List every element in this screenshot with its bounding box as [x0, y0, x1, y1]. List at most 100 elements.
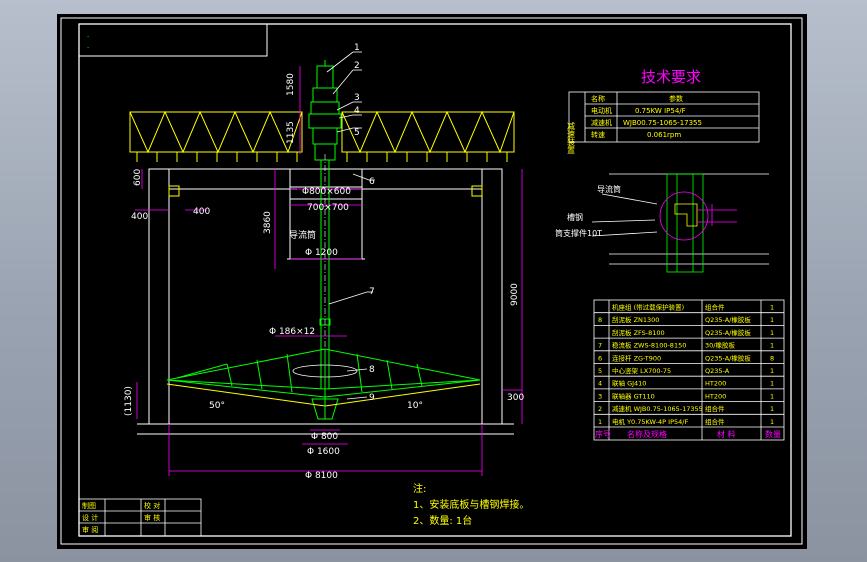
parts-row-qty: 1 [770, 367, 774, 375]
parts-row-no: 2 [598, 405, 602, 413]
balloon-3: 3 [354, 93, 360, 103]
parts-row-qty: 1 [770, 392, 774, 400]
parts-row-qty: 1 [770, 329, 774, 337]
dim-700x700: 700×700 [307, 203, 349, 213]
tech-req-title: 技术要求 [641, 68, 701, 86]
balloon-7: 7 [369, 287, 375, 297]
tech-req-side-label: 减速装置 [567, 121, 576, 154]
parts-row-qty: 8 [770, 354, 774, 362]
parts-row-name: 中心竖架 LX700-75 [612, 366, 671, 375]
parts-row-qty: 1 [770, 405, 774, 413]
parts-header-material: 材 料 [717, 429, 736, 439]
balloon-1: 1 [354, 43, 360, 53]
dim-1600: Φ 1600 [307, 447, 340, 457]
dim-1580: 1580 [286, 73, 296, 96]
dim-9000: 9000 [510, 283, 520, 306]
detail-plate-label: 槽钢 [567, 212, 583, 222]
parts-row-material: 组合件 [705, 303, 725, 312]
title-cell: 制图 [82, 501, 96, 510]
dim-800b: Φ 800 [311, 432, 338, 442]
parts-row-no: 5 [598, 367, 602, 375]
code-box [78, 23, 268, 57]
balloon-8: 8 [369, 365, 375, 375]
parts-row-no: 1 [598, 418, 602, 426]
dim-1135: 1135 [286, 121, 296, 144]
parts-row-material: HT200 [705, 380, 726, 388]
parts-row-name: 联轴 GJ410 [612, 379, 646, 388]
parts-row-material: 30/橡胶板 [705, 341, 735, 350]
tech-req-rows: 名称 参数 电动机 0.75KW IP54/F 减速机 WJB00.75-106… [591, 94, 702, 139]
detail-cylinder-label: 导流筒 [597, 184, 621, 194]
tech-req-value: 参数 [669, 94, 683, 103]
balloon-6: 6 [369, 177, 375, 187]
tech-req-name: 减速机 [591, 118, 612, 127]
dim-8100: Φ 8100 [305, 471, 338, 481]
parts-row-name: 稳流板 ZWS-8100-8150 [612, 341, 686, 350]
parts-row-qty: 1 [770, 418, 774, 426]
drawing-sheet: - - 1580 1135 600 400 400 3860 Φ800×600 … [57, 14, 807, 549]
drive-unit [308, 60, 342, 161]
parts-row-material: Q235-A/橡胶板 [705, 353, 751, 362]
dim-1130: (1130) [124, 386, 134, 416]
dim-800x600: Φ800×600 [302, 187, 351, 197]
parts-row-name: 刮泥板 ZN1300 [612, 315, 659, 324]
tech-req-value: WJB00.75-1065-17355 [623, 119, 702, 127]
tech-req-value: 0.061rpm [647, 131, 681, 139]
dim-3860: 3860 [263, 211, 273, 234]
angle-10: 10° [407, 401, 423, 411]
parts-row-name: 连接杆 ZG-T900 [612, 353, 661, 362]
dimension-texts: 1580 1135 600 400 400 3860 Φ800×600 700×… [124, 73, 524, 481]
dim-1200: Φ 1200 [305, 248, 338, 258]
tech-req-name: 电动机 [591, 106, 612, 115]
cad-drawing: - - 1580 1135 600 400 400 3860 Φ800×600 … [60, 17, 803, 545]
parts-row-material: 组合件 [705, 404, 725, 413]
title-cell: 校 对 [144, 501, 160, 510]
balloon-2: 2 [354, 61, 360, 71]
parts-header-qty: 数量 [765, 429, 781, 439]
tech-req-value: 0.75KW IP54/F [635, 107, 686, 115]
code-mark: - [87, 44, 89, 51]
parts-row-material: Q235-A/橡胶板 [705, 328, 751, 337]
tech-req-side: 减速装置 [567, 121, 576, 154]
parts-row-name: 联轴器 GT110 [612, 391, 655, 400]
parts-row-no: 6 [598, 354, 602, 362]
notes-line-2: 2、数量: 1台 [413, 514, 472, 527]
bridge-truss-right [341, 110, 515, 154]
parts-row-name: 刮泥板 ZFS-8100 [612, 328, 665, 337]
title-cell: 审 核 [144, 513, 160, 522]
balloon-5: 5 [354, 128, 360, 138]
parts-row-no: 4 [598, 380, 602, 388]
parts-row-no: 7 [598, 342, 602, 350]
balloon-9: 9 [369, 393, 375, 403]
parts-row-name: 电机 Y0.75KW-4P IP54/F [612, 417, 688, 426]
detail-support-label: 筒支撑件10T [555, 228, 602, 238]
outer-frame [60, 17, 803, 545]
parts-rows: 机座组 (带过载保护装置) 组合件 1 8 刮泥板 ZN1300 Q235-A/橡胶板 1 刮… [594, 303, 784, 439]
parts-row-material: HT200 [705, 392, 726, 400]
parts-row-qty: 1 [770, 316, 774, 324]
notes: 注: 1、安装底板与槽钢焊接。 2、数量: 1台 [413, 482, 529, 527]
dim-400-right: 400 [193, 207, 210, 217]
tech-req-name: 名称 [591, 94, 605, 103]
parts-row-material: 组合件 [705, 417, 725, 426]
parts-row-qty: 1 [770, 380, 774, 388]
detail-labels: 导流筒 槽钢 筒支撑件10T [555, 184, 621, 238]
inner-frame [78, 23, 792, 537]
bridge-truss-left [129, 110, 303, 154]
parts-row-material: Q235-A/橡胶板 [705, 315, 751, 324]
parts-row-no: 3 [598, 392, 602, 400]
part-leaders [326, 51, 375, 400]
angle-50: 50° [209, 401, 225, 411]
title-cell: 审 阅 [82, 525, 98, 534]
title-cell: 设 计 [82, 513, 98, 522]
parts-row-name: 减速机 WJB0.75-1065-17355 [612, 404, 703, 413]
notes-line-1: 1、安装底板与槽钢焊接。 [413, 498, 529, 511]
title-block-text: 制图 校 对 设 计 审 核 审 阅 [82, 501, 160, 534]
code-mark: - [87, 33, 89, 40]
parts-row-qty: 1 [770, 342, 774, 350]
detail-view [609, 173, 769, 273]
tech-req-name: 转速 [591, 130, 605, 139]
parts-header-name: 名称及规格 [627, 429, 667, 439]
balloon-4: 4 [354, 106, 360, 116]
part-balloons: 1 2 3 4 5 6 7 8 9 [354, 43, 375, 403]
